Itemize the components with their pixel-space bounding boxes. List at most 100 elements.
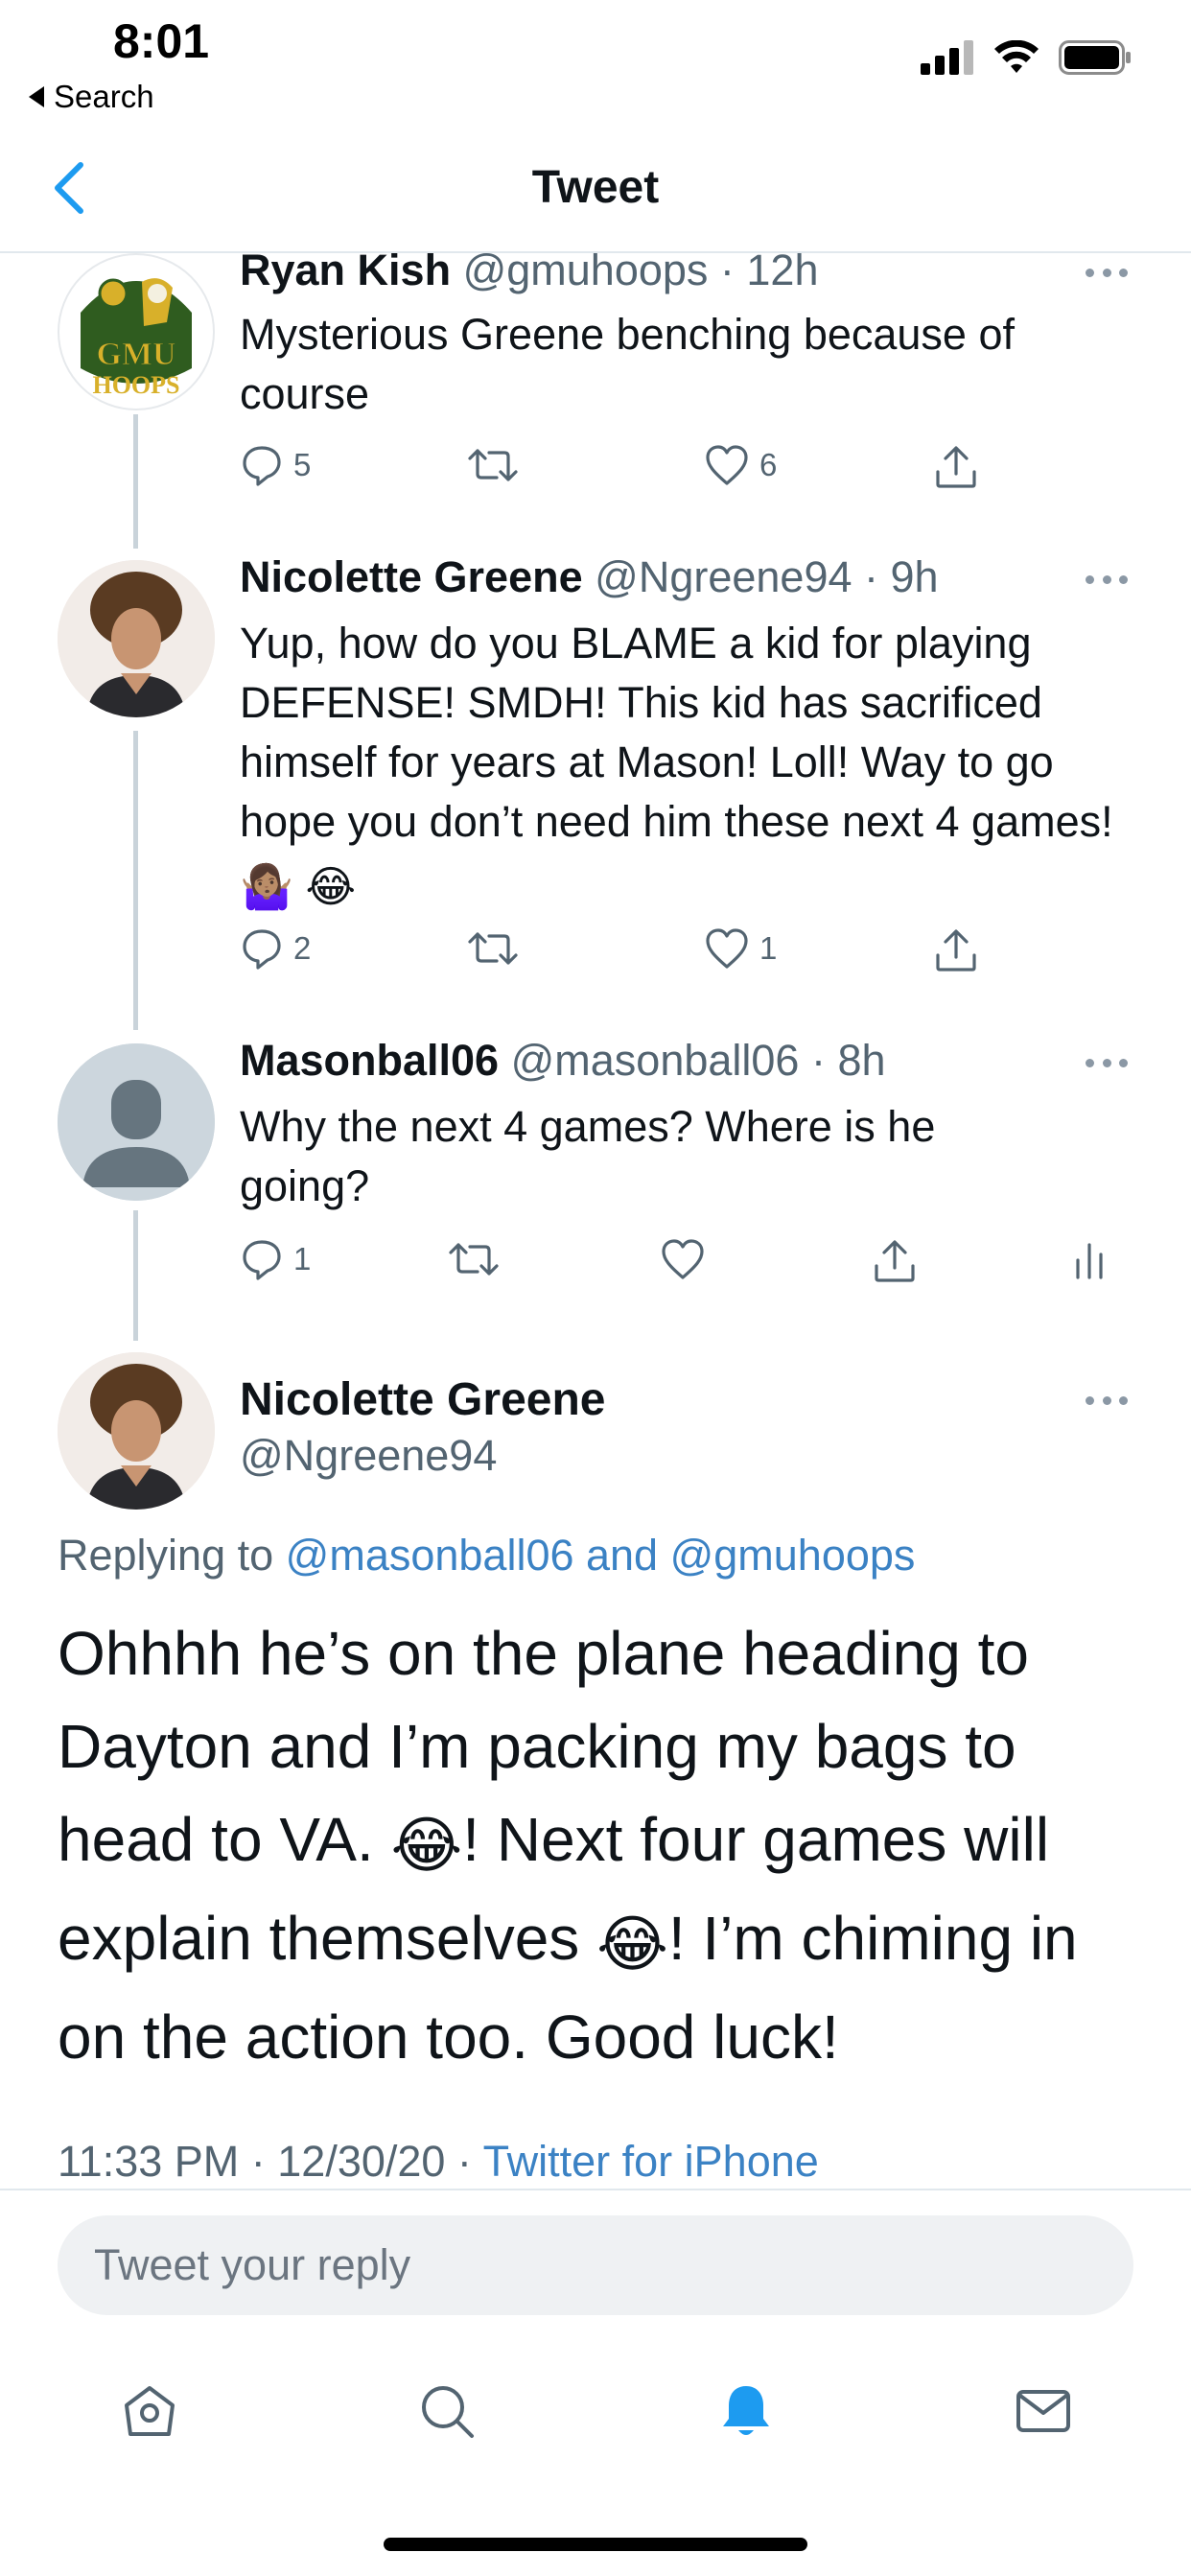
tab-messages[interactable] [1009, 2377, 1078, 2446]
author-handle[interactable]: @Ngreene94 [595, 552, 852, 601]
author-handle[interactable]: @gmuhoops [463, 246, 709, 294]
heart-icon [662, 1239, 704, 1279]
more-options-icon[interactable] [1086, 1059, 1128, 1068]
reply-divider [0, 2189, 1191, 2190]
gmu-hoops-logo: GMU HOOPS [61, 257, 211, 407]
share-icon [875, 1240, 915, 1282]
svg-text:HOOPS: HOOPS [92, 371, 179, 399]
meta-separator: · [852, 552, 891, 601]
tweet-actions: 5 6 [240, 443, 1103, 501]
meta-separator: · [708, 246, 747, 294]
retweet-icon [468, 932, 518, 965]
like-count: 6 [759, 447, 778, 482]
retweet-icon [449, 1243, 499, 1276]
heart-icon [706, 445, 748, 485]
retweet-icon [468, 449, 518, 481]
bell-icon [723, 2386, 769, 2435]
page-title: Tweet [531, 162, 660, 213]
wifi-icon [994, 40, 1039, 73]
status-time: 8:01 [113, 14, 210, 68]
tweet-header: Nicolette Greene @Ngreene94 · 9h [240, 552, 939, 602]
replying-prefix: Replying to [58, 1531, 274, 1580]
tweet-header: Masonball06 @masonball06 · 8h [240, 1036, 886, 1086]
like-button[interactable]: 6 [704, 443, 777, 487]
reply-icon [243, 929, 281, 970]
more-options-icon[interactable] [1086, 575, 1128, 585]
retweet-button[interactable] [447, 1237, 510, 1281]
tweet-text: Why the next 4 games? Where is he going? [240, 1102, 936, 1210]
share-button[interactable] [871, 1237, 919, 1285]
thread-line [133, 1210, 138, 1341]
heart-icon [706, 928, 748, 969]
reply-box[interactable] [58, 2215, 1133, 2315]
tweet-header: Ryan Kish @gmuhoops · 12h [240, 246, 819, 295]
share-button[interactable] [932, 443, 980, 491]
author-handle[interactable]: @masonball06 [511, 1036, 800, 1085]
reply-icon [243, 446, 281, 486]
back-to-search-link[interactable]: Search [29, 79, 154, 115]
reply-button[interactable]: 1 [240, 1237, 311, 1281]
share-button[interactable] [932, 926, 980, 974]
battery-icon [1059, 40, 1131, 75]
like-count: 1 [759, 930, 778, 966]
author-name[interactable]: Ryan Kish [240, 246, 451, 294]
profile-photo [58, 560, 215, 717]
author-name[interactable]: Masonball06 [240, 1036, 499, 1085]
tweet-time: 12h [746, 246, 819, 294]
laughing-emoji: 😂 [596, 1909, 668, 1979]
replying-to: Replying to @masonball06 and @gmuhoops [58, 1531, 915, 1581]
analytics-icon [1076, 1243, 1103, 1279]
reply-icon [243, 1240, 281, 1280]
avatar[interactable] [58, 560, 215, 717]
home-indicator[interactable] [384, 2538, 807, 2551]
like-button[interactable] [660, 1237, 715, 1281]
analytics-button[interactable] [1070, 1237, 1109, 1281]
default-avatar[interactable] [58, 1043, 215, 1201]
tweet-text: Yup, how do you BLAME a kid for playing … [240, 614, 1122, 917]
back-to-search-label: Search [54, 79, 154, 114]
tweet-time: 8h [837, 1036, 886, 1085]
retweet-button[interactable] [466, 926, 529, 971]
back-triangle-icon [29, 86, 44, 107]
author-handle[interactable]: @Ngreene94 [240, 1431, 497, 1481]
replying-to-links[interactable]: @masonball06 and @gmuhoops [286, 1531, 916, 1580]
author-name[interactable]: Nicolette Greene [240, 552, 583, 601]
tab-home[interactable] [115, 2377, 184, 2446]
share-icon [936, 446, 976, 488]
reply-count: 5 [293, 447, 312, 482]
more-options-icon[interactable] [1086, 269, 1128, 278]
focus-tweet-text: Ohhhh he’s on the plane heading to Dayto… [58, 1607, 1151, 2084]
laughing-emoji: 😂 [305, 862, 357, 911]
tweet-actions: 2 1 [240, 926, 1103, 984]
reply-input[interactable] [58, 2215, 1133, 2315]
meta-separator: · [799, 1036, 838, 1085]
shrug-emoji: 🤷🏽‍♀️ [240, 862, 294, 911]
thread-line [133, 414, 138, 549]
tab-search[interactable] [412, 2377, 481, 2446]
reply-button[interactable]: 2 [240, 926, 311, 971]
default-profile-icon [58, 1043, 215, 1201]
more-options-icon[interactable] [1086, 1396, 1128, 1406]
tweet-text-body: Yup, how do you BLAME a kid for playing … [240, 619, 1113, 846]
tweet-source-link[interactable]: Twitter for iPhone [483, 2137, 819, 2186]
avatar[interactable]: GMU HOOPS [58, 253, 215, 410]
tweet-timestamp-row: 11:33 PM · 12/30/20 · Twitter for iPhone [58, 2137, 819, 2187]
laughing-emoji: 😂 [390, 1811, 463, 1880]
mail-icon [1016, 2390, 1070, 2432]
avatar[interactable] [58, 1352, 215, 1510]
reply-count: 1 [293, 1241, 312, 1276]
home-icon [125, 2386, 175, 2436]
tweet-text: Mysterious Greene benching because of co… [240, 310, 1015, 418]
search-icon [422, 2386, 474, 2438]
tweet-timestamp: 11:33 PM · 12/30/20 · [58, 2137, 472, 2186]
share-icon [936, 929, 976, 972]
retweet-button[interactable] [466, 443, 529, 487]
reply-button[interactable]: 5 [240, 443, 311, 487]
tweet-time: 9h [890, 552, 939, 601]
status-icons [921, 40, 1132, 75]
profile-photo [58, 1352, 215, 1510]
author-name[interactable]: Nicolette Greene [240, 1373, 605, 1426]
svg-text:GMU: GMU [96, 337, 175, 372]
tab-notifications[interactable] [712, 2377, 781, 2446]
like-button[interactable]: 1 [704, 926, 777, 971]
